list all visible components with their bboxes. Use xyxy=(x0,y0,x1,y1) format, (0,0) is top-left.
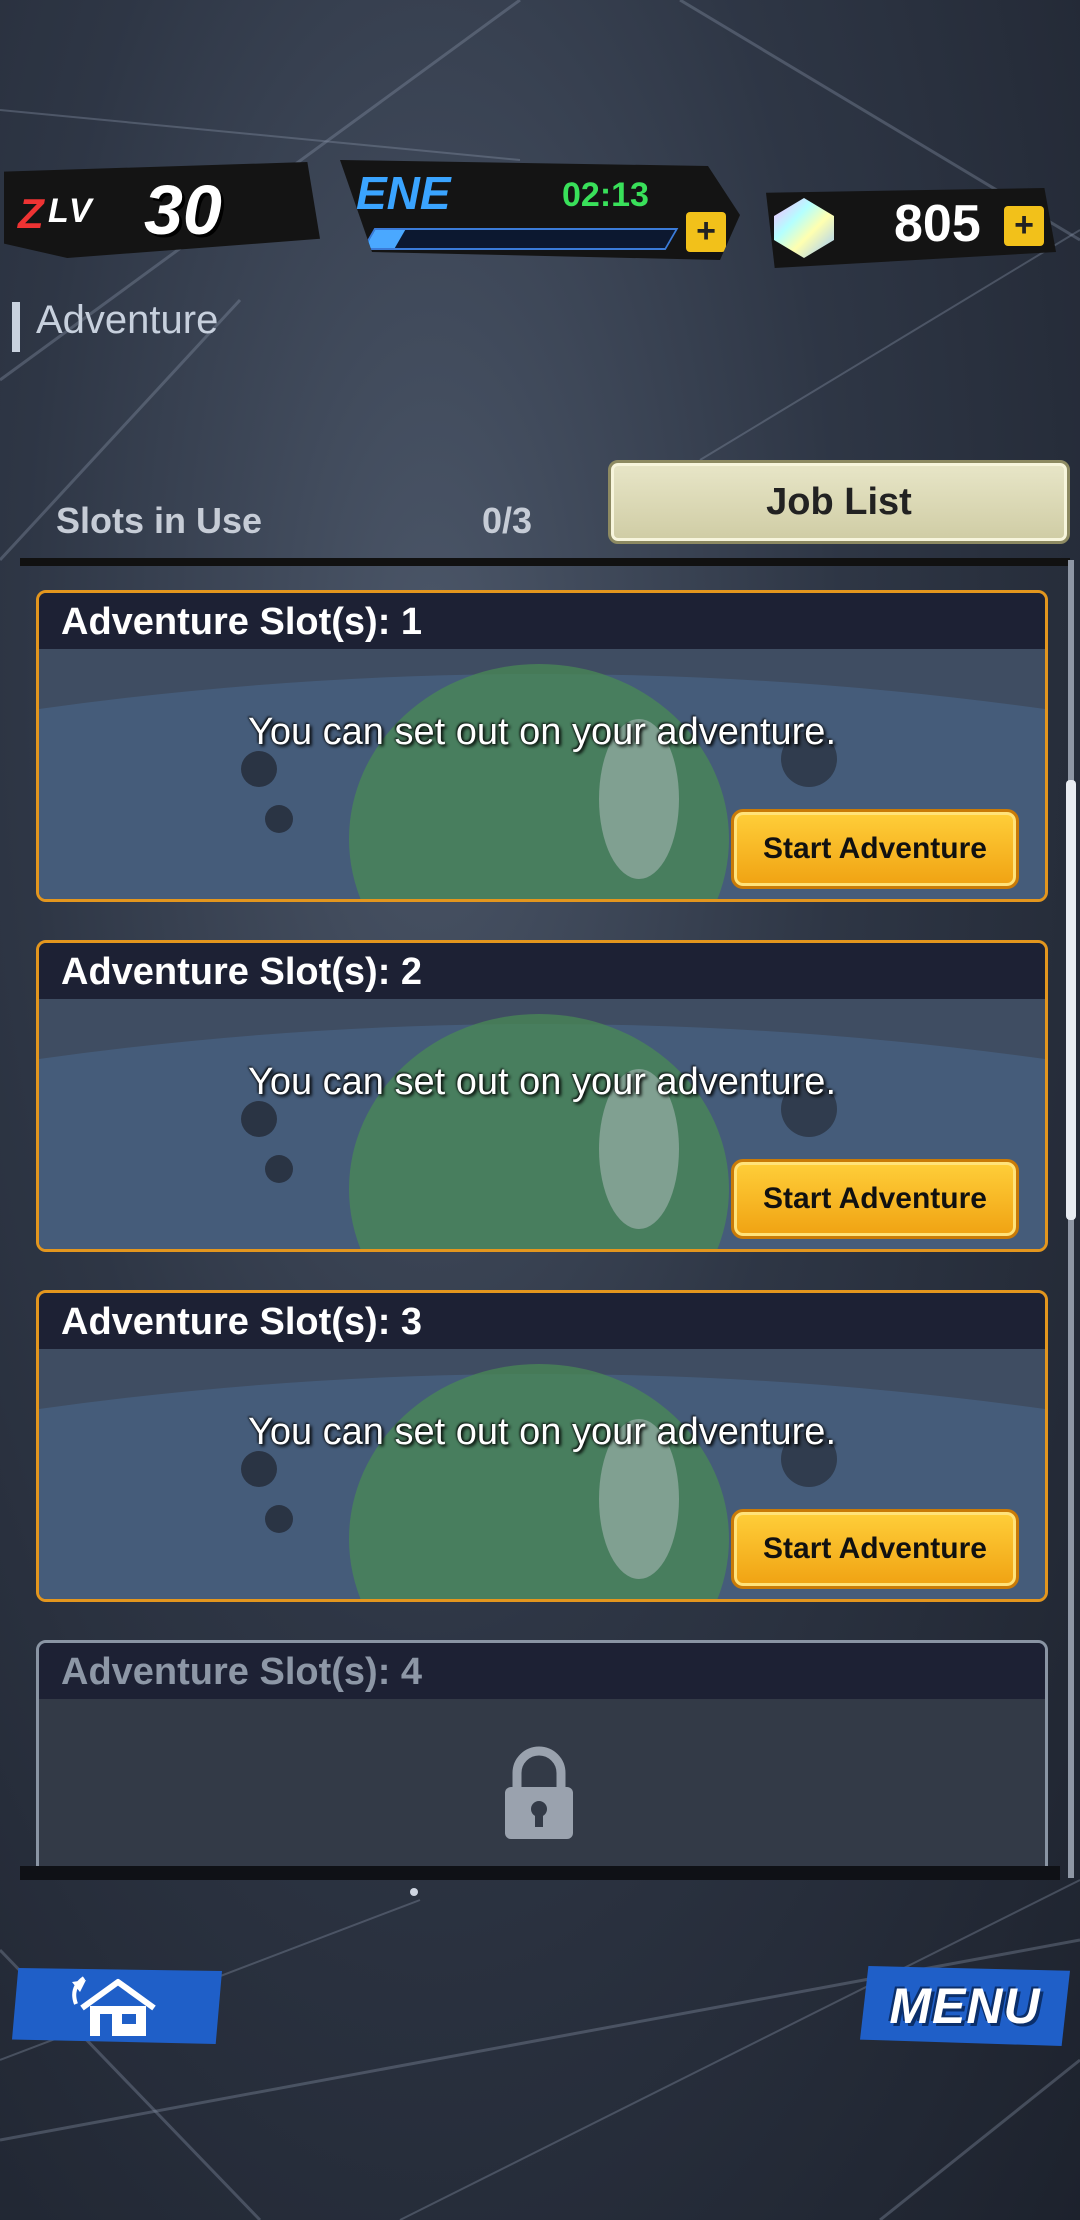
energy-label: ENE xyxy=(356,167,451,219)
slots-in-use-label: Slots in Use xyxy=(56,500,263,541)
energy-timer: 02:13 xyxy=(562,176,649,214)
adventure-slot-4-locked: Adventure Slot(s): 4 xyxy=(36,1640,1048,1878)
level-value: 30 xyxy=(144,171,222,249)
slots-in-use-value: 0/3 xyxy=(482,500,533,541)
list-divider xyxy=(20,558,1070,566)
slot-title: Adventure Slot(s): 3 xyxy=(61,1301,423,1343)
add-energy-button[interactable]: + xyxy=(686,212,726,252)
page-indicator-dot xyxy=(410,1888,418,1896)
slot-message: You can set out on your adventure. xyxy=(247,711,837,753)
status-bar: Z LV 30 ENE 02:13 + 805 + xyxy=(0,150,1080,280)
slot-header: Adventure Slot(s): 1 xyxy=(39,593,1045,649)
lock-icon xyxy=(505,1746,573,1839)
level-badge: Z LV 30 xyxy=(4,162,320,258)
start-adventure-label: Start Adventure xyxy=(763,1532,987,1565)
job-list-button[interactable]: Job List xyxy=(608,460,1070,544)
energy-bar-fill xyxy=(364,230,406,248)
start-adventure-button[interactable]: Start Adventure xyxy=(731,1509,1019,1589)
adventure-slot-1: Adventure Slot(s): 1 You can set out on … xyxy=(36,590,1048,902)
job-list-label: Job List xyxy=(766,480,912,523)
start-adventure-label: Start Adventure xyxy=(763,1182,987,1215)
level-label: LV xyxy=(48,192,94,230)
home-button[interactable] xyxy=(12,1968,222,2044)
add-currency-button[interactable]: + xyxy=(1004,206,1044,246)
currency-amount: 805 xyxy=(894,195,981,253)
slot-title: Adventure Slot(s): 4 xyxy=(61,1651,423,1693)
house-icon xyxy=(72,1976,156,2036)
slot-header: Adventure Slot(s): 3 xyxy=(39,1293,1045,1349)
adventure-slot-3: Adventure Slot(s): 3 You can set out on … xyxy=(36,1290,1048,1602)
menu-label: MENU xyxy=(889,1978,1041,2034)
menu-button[interactable]: MENU xyxy=(860,1966,1070,2046)
crystal-icon xyxy=(774,198,834,258)
slot-header: Adventure Slot(s): 4 xyxy=(39,1643,1045,1699)
start-adventure-label: Start Adventure xyxy=(763,832,987,865)
start-adventure-button[interactable]: Start Adventure xyxy=(731,809,1019,889)
currency-panel: 805 + xyxy=(766,188,1056,268)
slot-message: You can set out on your adventure. xyxy=(247,1411,837,1453)
list-scroll-thumb[interactable] xyxy=(1066,780,1076,1220)
slot-title: Adventure Slot(s): 2 xyxy=(61,951,423,993)
adventure-slot-2: Adventure Slot(s): 2 You can set out on … xyxy=(36,940,1048,1252)
slot-title: Adventure Slot(s): 1 xyxy=(61,601,423,643)
level-prefix: Z xyxy=(18,190,44,237)
slot-header: Adventure Slot(s): 2 xyxy=(39,943,1045,999)
adventure-slot-list[interactable]: Adventure Slot(s): 1 You can set out on … xyxy=(0,560,1080,1878)
title-marker xyxy=(12,302,20,352)
slot-message: You can set out on your adventure. xyxy=(247,1061,837,1103)
energy-bar xyxy=(361,228,679,250)
list-bottom-edge xyxy=(20,1866,1060,1880)
start-adventure-button[interactable]: Start Adventure xyxy=(731,1159,1019,1239)
energy-panel: ENE 02:13 + xyxy=(340,160,740,260)
page-title: Adventure xyxy=(36,298,219,342)
